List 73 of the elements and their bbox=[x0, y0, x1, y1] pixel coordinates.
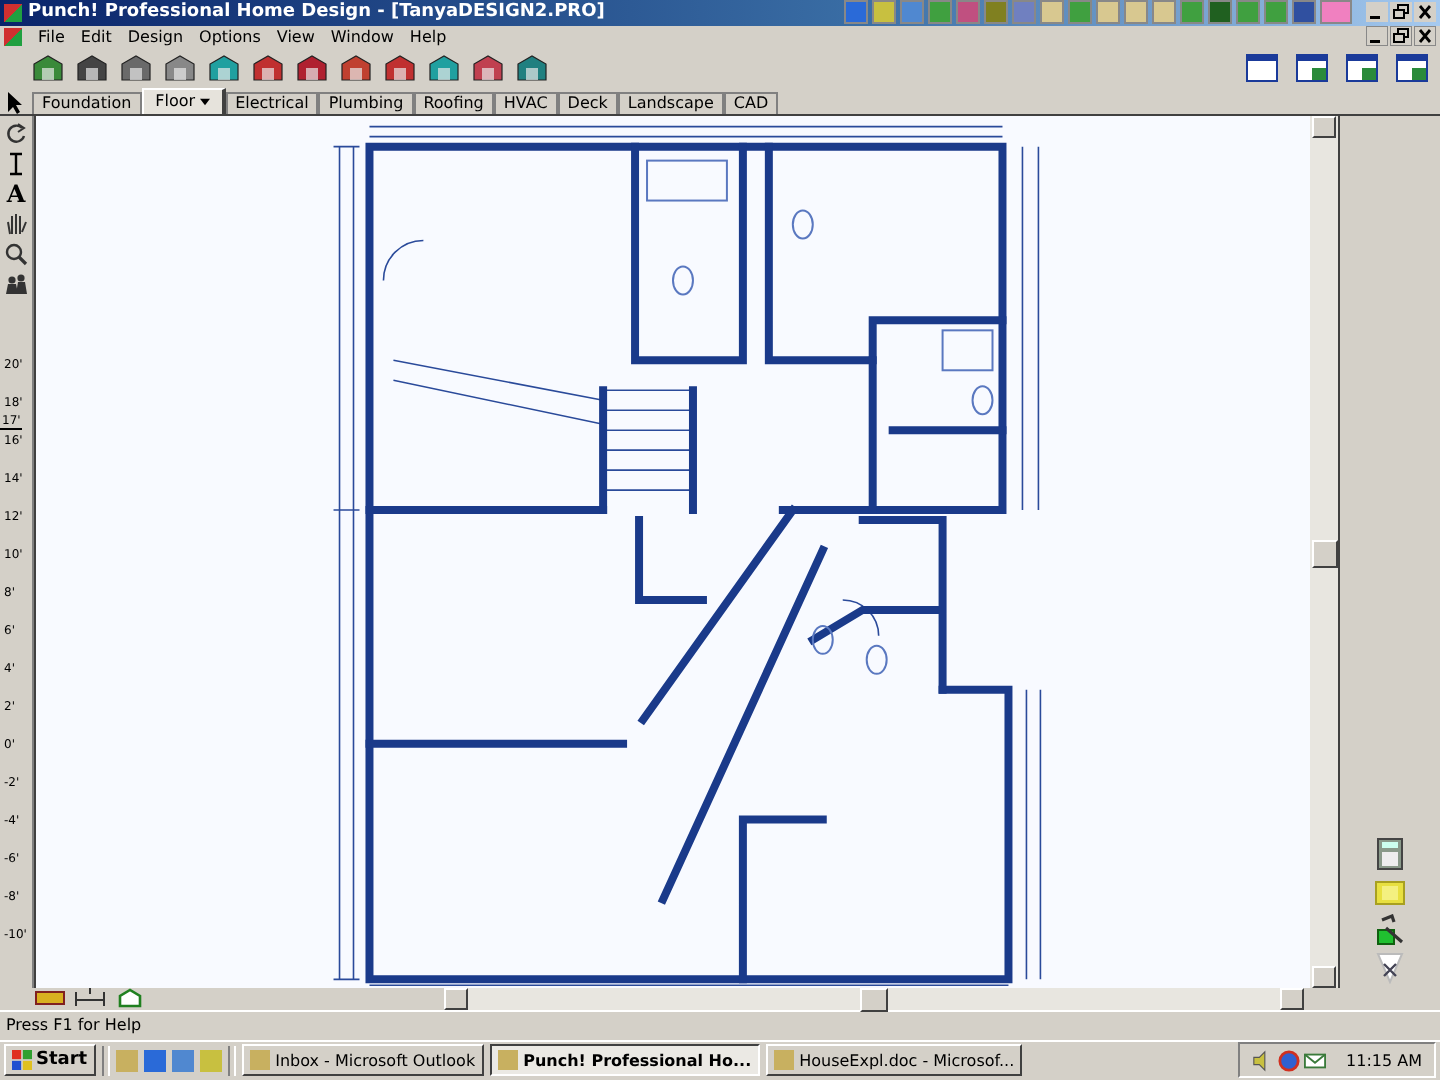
tab[interactable]: Roofing bbox=[413, 91, 494, 114]
tab[interactable]: Landscape bbox=[617, 91, 724, 114]
scroll-thumb[interactable] bbox=[1312, 539, 1338, 568]
building-tool-icon[interactable] bbox=[340, 53, 372, 82]
building-tool-icon[interactable] bbox=[164, 53, 196, 82]
start-button[interactable]: Start bbox=[4, 1044, 96, 1077]
app-icon bbox=[773, 1050, 794, 1071]
building-tool-icon[interactable] bbox=[472, 53, 504, 82]
minimize-button[interactable] bbox=[1366, 2, 1388, 23]
scroll-left-button[interactable] bbox=[444, 987, 468, 1010]
restore-button[interactable] bbox=[1390, 2, 1412, 23]
app-icon bbox=[249, 1050, 270, 1071]
menu-item[interactable]: View bbox=[276, 27, 315, 46]
envelope-icon[interactable] bbox=[1304, 1049, 1327, 1072]
dimension-tool-icon[interactable] bbox=[4, 151, 28, 176]
building-tool-icon[interactable] bbox=[516, 53, 548, 82]
restore-button[interactable] bbox=[1390, 26, 1412, 47]
scroll-down-button[interactable] bbox=[1312, 965, 1336, 988]
text-tool-button[interactable]: A bbox=[4, 181, 28, 206]
globe-icon[interactable] bbox=[1278, 1049, 1301, 1072]
zoom-icon[interactable] bbox=[4, 241, 28, 266]
vertical-scrollbar[interactable] bbox=[1310, 115, 1340, 988]
building-tool-icon[interactable] bbox=[32, 53, 64, 82]
clock: 11:15 AM bbox=[1346, 1051, 1422, 1070]
menu-item[interactable]: File bbox=[38, 27, 65, 46]
tab[interactable]: Foundation bbox=[32, 91, 142, 114]
building-tool-icon[interactable] bbox=[208, 53, 240, 82]
app-logo-icon bbox=[4, 3, 22, 22]
taskbar-button[interactable]: Inbox - Microsoft Outlook bbox=[241, 1044, 484, 1077]
people-icon[interactable] bbox=[4, 271, 28, 296]
dimension-line-icon[interactable] bbox=[74, 988, 106, 1009]
taskbar-button[interactable]: HouseExpl.doc - Microsof... bbox=[765, 1044, 1023, 1077]
building-tool-icon[interactable] bbox=[296, 53, 328, 82]
view-layout-icon[interactable] bbox=[1246, 53, 1278, 82]
pointer-tool-icon[interactable] bbox=[4, 89, 24, 114]
horizontal-scrollbar[interactable] bbox=[444, 987, 1304, 1011]
app-icon[interactable] bbox=[143, 1049, 166, 1072]
scroll-right-button[interactable] bbox=[1280, 987, 1304, 1010]
building-tool-icon[interactable] bbox=[252, 53, 284, 82]
close-button[interactable] bbox=[1414, 2, 1436, 23]
tab[interactable]: CAD bbox=[723, 91, 779, 114]
rotate-tool-icon[interactable] bbox=[4, 121, 28, 146]
close-button[interactable] bbox=[1414, 26, 1436, 47]
scroll-thumb[interactable] bbox=[860, 987, 888, 1012]
view-layout-icon[interactable] bbox=[1346, 53, 1378, 82]
menu-item[interactable]: Design bbox=[127, 27, 184, 46]
menu-item[interactable]: Options bbox=[199, 27, 261, 46]
building-tool-icon[interactable] bbox=[428, 53, 460, 82]
building-tool-icon[interactable] bbox=[384, 53, 416, 82]
scroll-up-button[interactable] bbox=[1312, 115, 1336, 138]
document-icon[interactable] bbox=[4, 27, 22, 46]
view-layout-icon[interactable] bbox=[1296, 53, 1328, 82]
tab[interactable]: Floor bbox=[141, 87, 226, 114]
tab[interactable]: Plumbing bbox=[318, 91, 414, 114]
tab[interactable]: Electrical bbox=[225, 91, 319, 114]
minimize-button[interactable] bbox=[1366, 26, 1388, 47]
taskbar-button[interactable]: Punch! Professional Ho... bbox=[489, 1044, 760, 1077]
menu-item[interactable]: Window bbox=[330, 27, 394, 46]
app-icon bbox=[497, 1050, 518, 1071]
window-title: Punch! Professional Home Design - [TanyaDESIGN2.PRO] bbox=[28, 2, 605, 23]
app-icon[interactable] bbox=[1292, 0, 1316, 25]
menu-item[interactable]: Help bbox=[409, 27, 447, 46]
calculator-icon[interactable] bbox=[1374, 837, 1406, 870]
status-text: Press F1 for Help bbox=[6, 1016, 142, 1035]
menu-item[interactable]: Edit bbox=[80, 27, 112, 46]
tab[interactable]: Deck bbox=[557, 91, 618, 114]
building-tool-icon[interactable] bbox=[76, 53, 108, 82]
app-icon[interactable] bbox=[872, 0, 896, 25]
windows-logo-icon bbox=[12, 1050, 32, 1071]
tab[interactable]: HVAC bbox=[493, 91, 558, 114]
building-tool-icon[interactable] bbox=[120, 53, 152, 82]
app-icon[interactable] bbox=[1208, 0, 1232, 25]
view-layout-icon[interactable] bbox=[1396, 53, 1428, 82]
